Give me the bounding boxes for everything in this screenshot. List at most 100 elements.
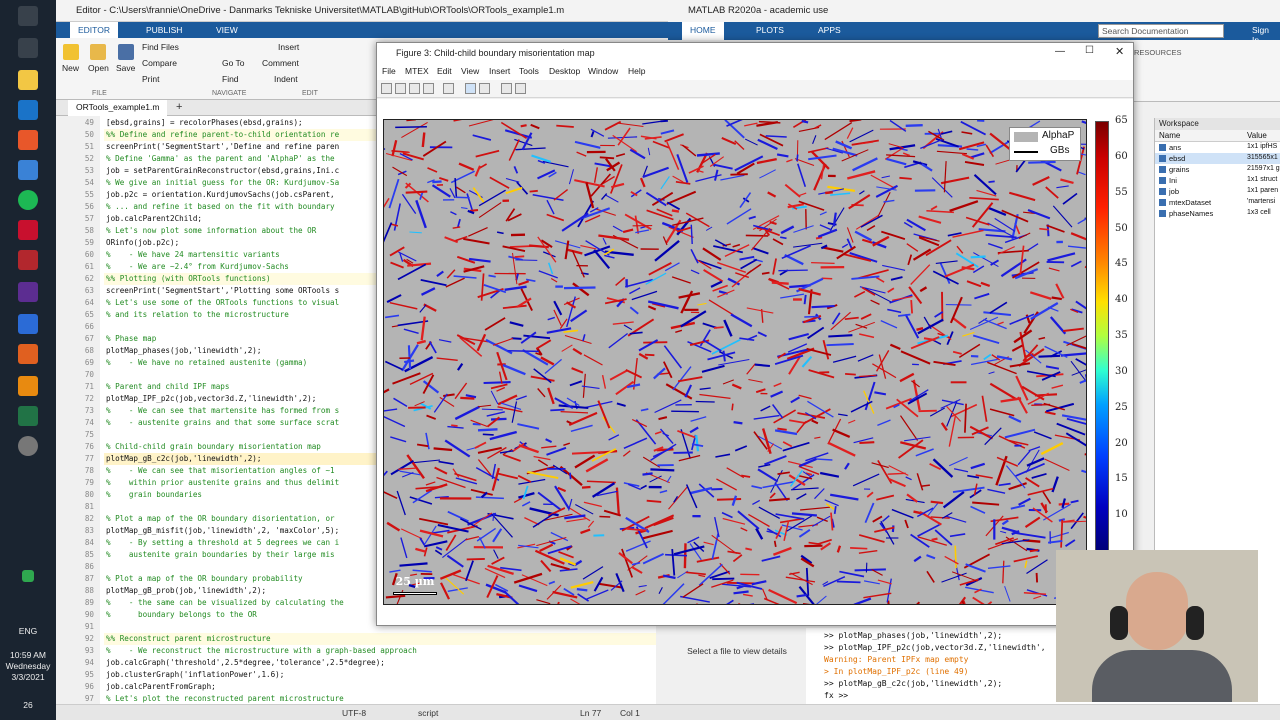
app-icon-2[interactable] <box>18 220 38 240</box>
code-line[interactable]: % - We reconstruct the microstructure wi… <box>104 645 656 657</box>
minimize-icon[interactable]: — <box>1055 46 1065 57</box>
code-line[interactable]: %% Reconstruct parent microstructure <box>104 633 656 645</box>
file-tab-ortools-example[interactable]: ORTools_example1.m <box>68 100 168 116</box>
clock-day: Wednesday <box>5 661 51 671</box>
tab-plots[interactable]: PLOTS <box>748 22 792 38</box>
menu-help[interactable]: Help <box>628 66 645 76</box>
notification-count[interactable]: 26 <box>0 700 56 711</box>
grain-boundary-map[interactable] <box>383 119 1087 605</box>
code-line[interactable]: job.calcGraph('threshold',2.5*degree,'to… <box>104 657 656 669</box>
task-view-icon[interactable] <box>18 38 38 58</box>
boundary-segment <box>833 505 837 515</box>
new-button[interactable]: New <box>62 44 79 73</box>
boundary-segment <box>695 400 715 403</box>
property-inspector-icon[interactable] <box>515 83 526 94</box>
line-number: 87 <box>84 574 94 583</box>
code-line[interactable]: job.clusterGraph('inflationPower',1.6); <box>104 669 656 681</box>
boundary-segment <box>811 304 835 309</box>
insert-button[interactable]: Insert <box>278 42 299 52</box>
indent-button[interactable]: Indent <box>274 74 298 84</box>
colorbar-toggle-icon[interactable] <box>465 83 476 94</box>
save-button[interactable]: Save <box>116 44 135 73</box>
open-file-icon[interactable] <box>395 83 406 94</box>
tab-editor[interactable]: EDITOR <box>70 22 118 38</box>
menu-desktop[interactable]: Desktop <box>549 66 580 76</box>
col-name[interactable]: Name <box>1159 131 1180 140</box>
excel-icon[interactable] <box>18 406 38 426</box>
code-line[interactable]: job.calcParentFromGraph; <box>104 681 656 693</box>
workspace-row[interactable]: ebsd 315565x1 <box>1155 153 1280 164</box>
workspace-row[interactable]: ans 1x1 ipfHS <box>1155 142 1280 153</box>
colorbar-tick: 10 <box>1115 509 1128 521</box>
tab-home[interactable]: HOME <box>682 22 724 40</box>
figure-title-bar: Figure 3: Child-child boundary misorient… <box>377 43 1133 63</box>
boundary-segment <box>801 119 809 124</box>
print-button[interactable]: Print <box>142 74 159 84</box>
line-number: 90 <box>84 610 94 619</box>
menu-insert[interactable]: Insert <box>489 66 510 76</box>
go-to-button[interactable]: Go To <box>222 58 245 68</box>
outlook-icon[interactable] <box>18 100 38 120</box>
maximize-icon[interactable]: ☐ <box>1085 45 1094 56</box>
tab-apps[interactable]: APPS <box>810 22 849 38</box>
line-number: 93 <box>84 646 94 655</box>
documentation-search-input[interactable]: Search Documentation <box>1098 24 1224 38</box>
tray-icon[interactable] <box>22 570 34 582</box>
close-icon[interactable]: ✕ <box>1115 45 1124 58</box>
figure-window: Figure 3: Child-child boundary misorient… <box>376 42 1134 626</box>
workspace-row[interactable]: mtexDataset 'martensi <box>1155 197 1280 208</box>
new-figure-icon[interactable] <box>381 83 392 94</box>
clock-time[interactable]: 10:59 AM <box>0 650 56 661</box>
menu-view[interactable]: View <box>461 66 479 76</box>
workspace-row[interactable]: phaseNames 1x3 cell <box>1155 208 1280 219</box>
misorientation-colorbar[interactable] <box>1095 121 1109 551</box>
matlab-icon[interactable] <box>18 344 38 364</box>
app-icon[interactable] <box>18 160 38 180</box>
app-icon-3[interactable] <box>18 282 38 302</box>
menu-tools[interactable]: Tools <box>519 66 539 76</box>
open-button[interactable]: Open <box>88 44 109 73</box>
line-number: 67 <box>84 334 94 343</box>
workspace-row[interactable]: grains 21597x1 g <box>1155 164 1280 175</box>
find-files-button[interactable]: Find Files <box>142 42 179 52</box>
map-legend[interactable]: AlphaP GBs <box>1009 127 1081 161</box>
tab-view[interactable]: VIEW <box>208 22 246 38</box>
col-value[interactable]: Value <box>1247 131 1267 140</box>
line-number: 82 <box>84 514 94 523</box>
matlab-icon-2[interactable] <box>18 376 38 396</box>
print-figure-icon[interactable] <box>423 83 434 94</box>
app-icon-4[interactable] <box>18 314 38 334</box>
boundary-segment <box>716 498 742 501</box>
spotify-icon[interactable] <box>18 190 38 210</box>
acrobat-icon[interactable] <box>18 250 38 270</box>
line-number: 65 <box>84 310 94 319</box>
obs-icon[interactable] <box>18 436 38 456</box>
boundary-segment <box>771 281 789 285</box>
menu-edit[interactable]: Edit <box>437 66 452 76</box>
sign-in-link[interactable]: Sign In <box>1244 22 1280 45</box>
boundary-segment <box>599 156 615 160</box>
find-button[interactable]: Find <box>222 74 239 84</box>
compare-button[interactable]: Compare <box>142 58 177 68</box>
menu-window[interactable]: Window <box>588 66 618 76</box>
brave-icon[interactable] <box>18 130 38 150</box>
line-number: 51 <box>84 142 94 151</box>
menu-file[interactable]: File <box>382 66 396 76</box>
edit-plot-cursor-icon[interactable] <box>501 83 512 94</box>
save-figure-icon[interactable] <box>409 83 420 94</box>
input-language[interactable]: ENG <box>0 626 56 637</box>
new-tab-plus-icon[interactable]: + <box>176 101 182 113</box>
workspace-row[interactable]: job 1x1 paren <box>1155 186 1280 197</box>
legend-toggle-icon[interactable] <box>479 83 490 94</box>
boundary-segment <box>529 189 538 193</box>
tab-publish[interactable]: PUBLISH <box>138 22 190 38</box>
file-explorer-icon[interactable] <box>18 70 38 90</box>
link-plot-icon[interactable] <box>443 83 454 94</box>
comment-button[interactable]: Comment <box>262 58 299 68</box>
status-file-type: script <box>418 708 439 718</box>
section-resources: RESOURCES <box>1134 48 1182 57</box>
line-number: 70 <box>84 370 94 379</box>
menu-mtex[interactable]: MTEX <box>405 66 429 76</box>
workspace-row[interactable]: Ini 1x1 struct <box>1155 175 1280 186</box>
windows-start-icon[interactable] <box>18 6 38 26</box>
